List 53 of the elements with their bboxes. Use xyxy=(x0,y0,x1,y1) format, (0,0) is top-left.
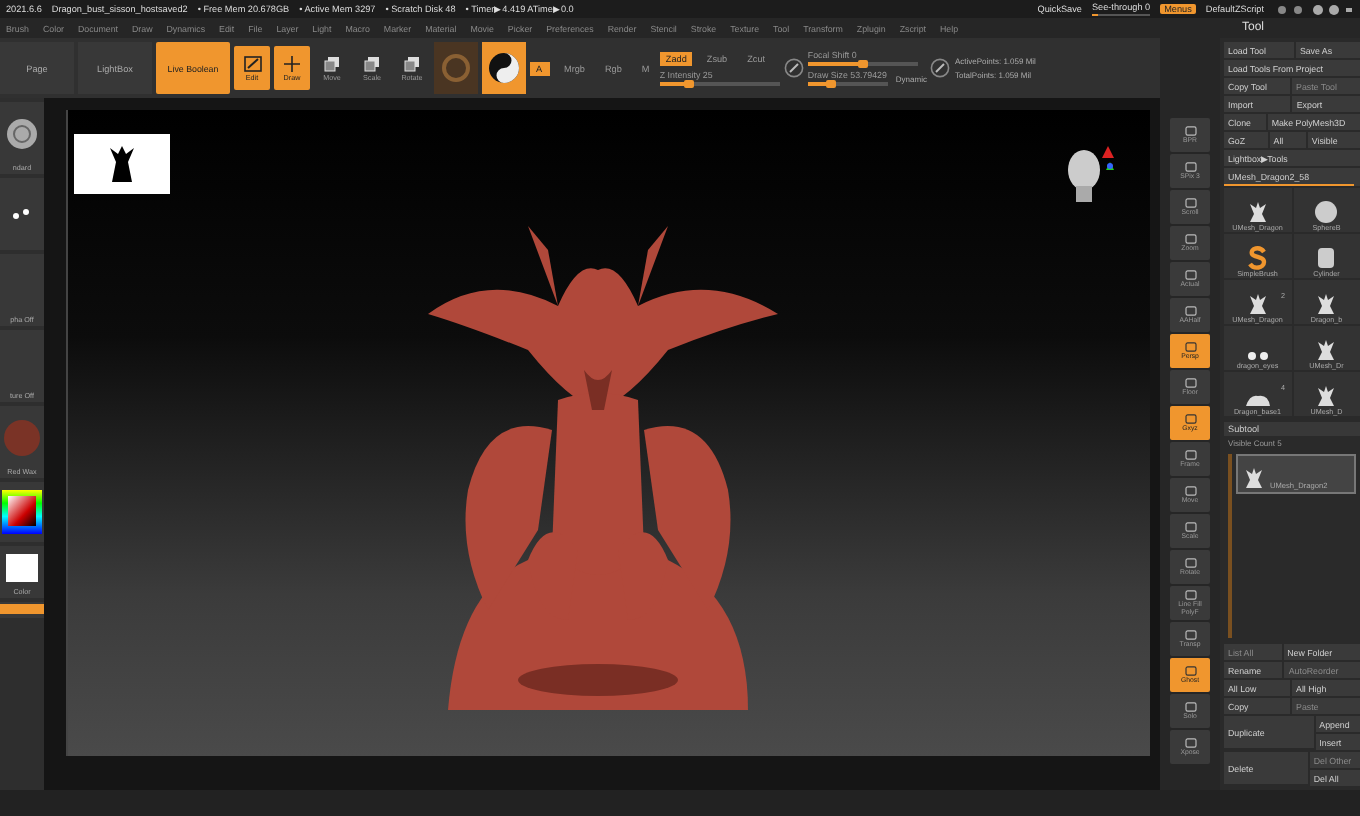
shelf-icon xyxy=(1183,701,1197,712)
window-controls-icon xyxy=(1274,3,1354,15)
shelf-icon xyxy=(1183,377,1197,388)
shelf-icon xyxy=(1183,161,1197,172)
rock-base-icon xyxy=(1243,392,1272,408)
shelf-icon xyxy=(1183,665,1197,676)
shelf-icon xyxy=(1183,449,1197,460)
shelf-icon xyxy=(1183,197,1197,208)
material-sphere-icon xyxy=(4,419,40,455)
shelf-icon xyxy=(1183,233,1197,244)
yin-yang-icon xyxy=(488,52,520,84)
two-spheres-icon xyxy=(1245,350,1270,362)
shelf-icon xyxy=(1183,125,1197,136)
figure-thumbnail-icon xyxy=(1242,466,1266,490)
cube-icon xyxy=(364,55,380,71)
s-shape-icon xyxy=(1245,246,1270,270)
material-button[interactable] xyxy=(482,42,526,94)
silhouette-icon xyxy=(108,144,136,184)
brush-toggle-icon[interactable] xyxy=(783,58,804,78)
left-panel-slot[interactable] xyxy=(0,602,44,618)
cylinder-icon xyxy=(1316,246,1337,270)
shelf-icon xyxy=(1183,305,1197,316)
sphere-icon xyxy=(1314,200,1339,224)
shelf-icon xyxy=(1183,737,1197,748)
shelf-icon xyxy=(1183,629,1197,640)
sphere-icon xyxy=(6,117,38,149)
shelf-icon xyxy=(1183,590,1197,601)
shelf-icon xyxy=(1183,413,1197,424)
left-panel-slot[interactable] xyxy=(0,482,44,542)
ring-icon xyxy=(440,52,472,84)
dots-icon xyxy=(10,207,34,219)
shelf-icon xyxy=(1183,557,1197,568)
figure-thumbnail-icon xyxy=(1314,338,1339,362)
figure-thumbnail-icon xyxy=(1314,384,1339,408)
figure-thumbnail-icon xyxy=(1245,292,1270,316)
cube-icon xyxy=(324,55,340,71)
shelf-icon xyxy=(1183,269,1197,280)
cube-icon xyxy=(404,55,420,71)
brush-toggle-icon[interactable] xyxy=(930,58,951,78)
slider-thumb[interactable] xyxy=(857,60,868,68)
cross-arrows-icon xyxy=(284,55,300,71)
shelf-icon xyxy=(1183,341,1197,352)
figure-thumbnail-icon xyxy=(1314,292,1339,316)
figure-thumbnail-icon xyxy=(1245,200,1270,224)
color-swatch-icon xyxy=(6,553,38,581)
shelf-icon xyxy=(1183,485,1197,496)
color-picker-icon xyxy=(2,489,42,533)
pencil-box-icon xyxy=(243,55,261,71)
shelf-icon xyxy=(1183,521,1197,532)
bar-icon xyxy=(0,604,44,614)
scroll-bar[interactable] xyxy=(1228,454,1232,638)
slider-thumb[interactable] xyxy=(826,80,837,88)
slider-thumb[interactable] xyxy=(684,79,695,87)
